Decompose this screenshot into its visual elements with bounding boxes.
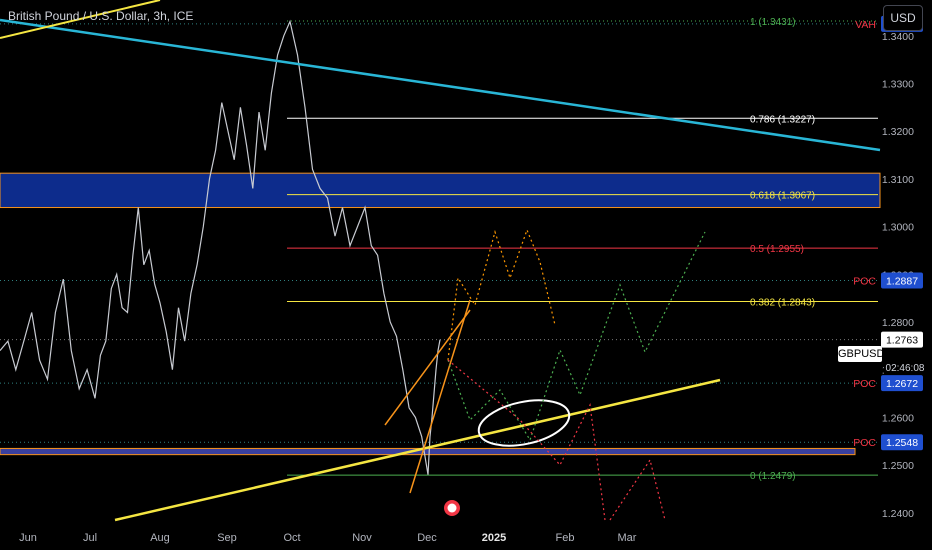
- y-tick-label-9: 1.3300: [882, 78, 914, 90]
- highlight-ellipse: [477, 399, 571, 447]
- fib-level-label-0: 1 (1.3431): [750, 17, 796, 28]
- x-tick-label-4: Oct: [283, 532, 300, 544]
- x-tick-label-3: Sep: [217, 532, 237, 544]
- x-tick-label-2: Aug: [150, 532, 170, 544]
- event-flag-icon-center: [447, 503, 457, 513]
- price-tag-side-2: POC: [853, 378, 876, 390]
- fib-level-label-5: 0 (1.2479): [750, 471, 796, 482]
- x-tick-label-1: Jul: [83, 532, 97, 544]
- y-tick-label-4: 1.2800: [882, 317, 914, 329]
- price-tag-value-3: 1.2548: [886, 437, 918, 449]
- chart-canvas: 1 (1.3431) 0.786 (1.3227) 0.618 (1.3067) 0.…: [0, 0, 923, 544]
- symbol-badge: GBPUSD: [838, 346, 885, 362]
- fib-level-label-4: 0.382 (1.2843): [750, 298, 815, 309]
- y-tick-label-1: 1.2500: [882, 460, 914, 472]
- y-tick-label-2: 1.2600: [882, 412, 914, 424]
- price-tag-value-1: 1.2887: [886, 276, 918, 288]
- fib-level-label-3: 0.5 (1.2955): [750, 244, 804, 255]
- support-zone: [0, 447, 856, 456]
- fib-level-label-2: 0.618 (1.3067): [750, 191, 815, 202]
- symbol-title: British Pound / U.S. Dollar, 3h, ICE: [8, 9, 194, 23]
- currency-button[interactable]: USD: [883, 5, 923, 31]
- price-tag-side-3: POC: [853, 437, 876, 449]
- projection-path-orange: [447, 228, 556, 361]
- y-tick-label-7: 1.3100: [882, 174, 914, 186]
- fib-level-label-1: 0.786 (1.3227): [750, 114, 815, 125]
- wedge-lower-line: [409, 299, 471, 494]
- y-tick-label-6: 1.3000: [882, 222, 914, 234]
- x-tick-label-7: 2025: [482, 532, 506, 544]
- bar-countdown: 02:46:08: [884, 362, 926, 375]
- y-tick-label-8: 1.3200: [882, 126, 914, 138]
- projection-path-green: [447, 231, 706, 442]
- y-tick-label-10: 1.3400: [882, 31, 914, 43]
- projection-path-red-1: [447, 359, 606, 521]
- x-tick-label-9: Mar: [618, 532, 637, 544]
- price-tag-side-1: POC: [853, 276, 876, 288]
- x-tick-label-5: Nov: [352, 532, 372, 544]
- x-tick-label-0: Jun: [19, 532, 37, 544]
- price-tag-value-2: 1.2672: [886, 378, 918, 390]
- last-price-value: 1.2763: [886, 335, 918, 347]
- projection-path-red-2: [609, 458, 666, 521]
- cyan-trendline: [0, 18, 881, 152]
- price-tag-side-0: VAH: [855, 19, 876, 31]
- resistance-zone: [0, 172, 881, 209]
- x-tick-label-8: Feb: [556, 532, 575, 544]
- x-tick-label-6: Dec: [417, 532, 437, 544]
- y-tick-label-0: 1.2400: [882, 508, 914, 520]
